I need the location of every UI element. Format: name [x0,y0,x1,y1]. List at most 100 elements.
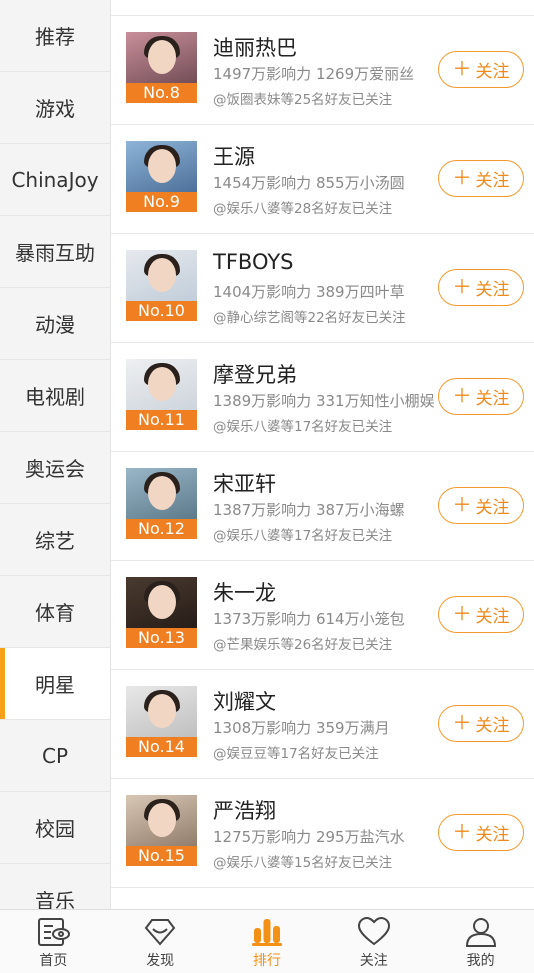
follow-label: 关注 [475,389,510,409]
influence-stats: 1404万影响力 389万四叶草 [213,283,405,301]
follow-button[interactable]: ＋ 关注 [438,814,524,851]
star-name[interactable]: 刘耀文 [213,686,276,716]
heart-icon [357,916,390,946]
friends-following: @芒果娱乐等26名好友已关注 [213,637,393,653]
star-avatar[interactable]: No.8 [126,32,197,103]
influence-stats: 1497万影响力 1269万爱丽丝 [213,65,415,83]
ranking-row[interactable]: No.13 朱一龙 1373万影响力 614万小笼包 @芒果娱乐等26名好友已关… [111,561,534,670]
ranking-row[interactable]: No.10 TFBOYS 1404万影响力 389万四叶草 @静心综艺阁等22名… [111,234,534,343]
category-sidebar: 推荐 游戏 ChinaJoy 暴雨互助 动漫 电视剧 奥运会 综艺 体育 明星 … [0,0,111,910]
follow-button[interactable]: ＋ 关注 [438,269,524,306]
sidebar-item-label: 综艺 [35,529,75,553]
sidebar-item-active[interactable]: 明星 [0,648,110,720]
sidebar-item-label: 推荐 [35,25,75,49]
rank-badge: No.15 [126,846,197,866]
influence-stats: 1389万影响力 331万知性小棚娱 [213,392,435,410]
tab-following[interactable]: 关注 [320,910,427,973]
follow-label: 关注 [475,62,510,82]
tab-label: 发现 [146,953,175,969]
sidebar-item[interactable]: 校园 [0,792,110,864]
star-name[interactable]: 王源 [213,141,255,171]
friends-following: @娱乐八婆等17名好友已关注 [213,419,393,435]
star-name[interactable]: 摩登兄弟 [213,359,297,389]
star-avatar[interactable]: No.13 [126,577,197,648]
tab-label: 排行 [252,953,281,969]
ranking-row[interactable]: No.11 摩登兄弟 1389万影响力 331万知性小棚娱 @娱乐八婆等17名好… [111,343,534,452]
star-name[interactable]: TFBOYS [213,250,293,274]
ranking-row[interactable]: No.9 王源 1454万影响力 855万小汤圆 @娱乐八婆等28名好友已关注 … [111,125,534,234]
profile-icon [465,918,496,947]
sidebar-item-label: 校园 [35,817,75,841]
ranking-row[interactable]: No.12 宋亚轩 1387万影响力 387万小海螺 @娱乐八婆等17名好友已关… [111,452,534,561]
star-name[interactable]: 迪丽热巴 [213,32,297,62]
rank-badge: No.8 [126,83,197,103]
sidebar-item-label: 音乐 [35,889,75,910]
follow-label: 关注 [475,607,510,627]
home-icon [38,918,71,946]
follow-label: 关注 [475,825,510,845]
sidebar-item[interactable]: 推荐 [0,0,110,72]
star-avatar[interactable]: No.9 [126,141,197,212]
friends-following: @娱乐八婆等15名好友已关注 [213,855,393,871]
plus-icon: ＋ [452,276,472,298]
star-avatar[interactable]: No.14 [126,686,197,757]
influence-stats: 1308万影响力 359万满月 [213,719,390,737]
follow-label: 关注 [475,171,510,191]
sidebar-item[interactable]: CP [0,720,110,792]
follow-button[interactable]: ＋ 关注 [438,160,524,197]
avatar-face [148,149,176,183]
follow-label: 关注 [475,498,510,518]
sidebar-item[interactable]: ChinaJoy [0,144,110,216]
follow-button[interactable]: ＋ 关注 [438,705,524,742]
sidebar-item[interactable]: 电视剧 [0,360,110,432]
ranking-row[interactable]: No.15 严浩翔 1275万影响力 295万盐汽水 @娱乐八婆等15名好友已关… [111,779,534,888]
star-avatar[interactable]: No.11 [126,359,197,430]
plus-icon: ＋ [452,58,472,80]
ranking-row[interactable]: No.8 迪丽热巴 1497万影响力 1269万爱丽丝 @饭圈表妹等25名好友已… [111,16,534,125]
follow-button[interactable]: ＋ 关注 [438,596,524,633]
ranking-list: No.8 迪丽热巴 1497万影响力 1269万爱丽丝 @饭圈表妹等25名好友已… [111,0,534,910]
sidebar-item-label: ChinaJoy [11,167,99,192]
star-avatar[interactable]: No.15 [126,795,197,866]
rank-badge: No.11 [126,410,197,430]
rank-badge: No.14 [126,737,197,757]
star-avatar[interactable]: No.10 [126,250,197,321]
ranking-row[interactable]: No.14 刘耀文 1308万影响力 359万满月 @娱豆豆等17名好友已关注 … [111,670,534,779]
avatar-face [148,694,176,728]
star-name[interactable]: 宋亚轩 [213,468,276,498]
sidebar-item-label: 电视剧 [25,385,85,409]
avatar-face [148,367,176,401]
follow-button[interactable]: ＋ 关注 [438,51,524,88]
friends-following: @饭圈表妹等25名好友已关注 [213,92,393,108]
follow-button[interactable]: ＋ 关注 [438,487,524,524]
star-name[interactable]: 朱一龙 [213,577,276,607]
plus-icon: ＋ [452,712,472,734]
tab-label: 我的 [466,953,495,969]
sidebar-item[interactable]: 暴雨互助 [0,216,110,288]
avatar-face [148,803,176,837]
sidebar-item-label: 暴雨互助 [15,241,95,265]
sidebar-item[interactable]: 综艺 [0,504,110,576]
tab-profile[interactable]: 我的 [427,910,534,973]
sidebar-item[interactable]: 音乐 [0,864,110,910]
tab-home[interactable]: 首页 [0,910,107,973]
follow-label: 关注 [475,716,510,736]
friends-following: @娱豆豆等17名好友已关注 [213,746,379,762]
rank-badge: No.9 [126,192,197,212]
sidebar-item[interactable]: 动漫 [0,288,110,360]
tab-discover[interactable]: 发现 [107,910,214,973]
influence-stats: 1454万影响力 855万小汤圆 [213,174,405,192]
follow-label: 关注 [475,280,510,300]
discover-icon [144,919,176,946]
sidebar-item[interactable]: 奥运会 [0,432,110,504]
star-name[interactable]: 严浩翔 [213,795,276,825]
plus-icon: ＋ [452,494,472,516]
influence-stats: 1387万影响力 387万小海螺 [213,501,405,519]
list-top-divider [111,0,534,16]
follow-button[interactable]: ＋ 关注 [438,378,524,415]
tab-ranking[interactable]: 排行 [214,910,321,973]
sidebar-item[interactable]: 游戏 [0,72,110,144]
sidebar-item[interactable]: 体育 [0,576,110,648]
star-avatar[interactable]: No.12 [126,468,197,539]
sidebar-item-label: 体育 [35,601,75,625]
